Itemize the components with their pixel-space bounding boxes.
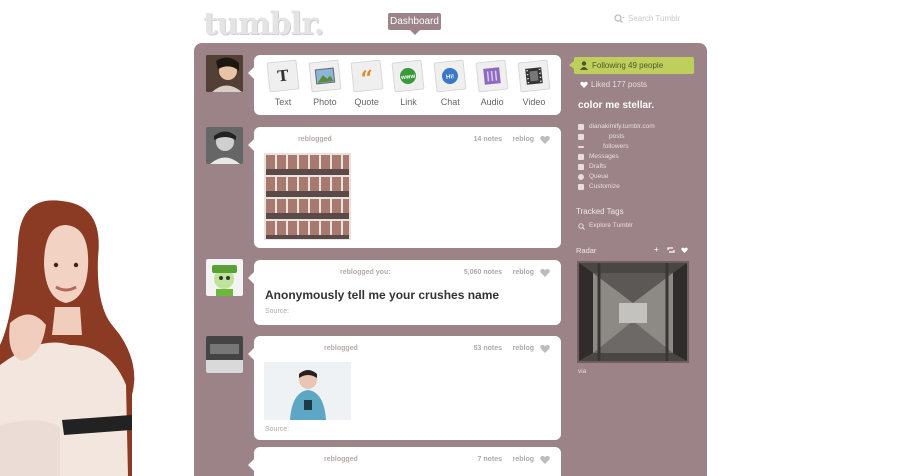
photo-type-icon [308, 59, 342, 93]
post-action: reblogged [324, 456, 358, 463]
reblog-button[interactable]: reblog [513, 456, 534, 463]
post-notes[interactable]: 7 notes [477, 456, 502, 463]
post-type-text[interactable]: T Text [264, 59, 302, 107]
chat-type-icon: Hi! [433, 59, 467, 93]
tumblr-dashboard: tumblr. Dashboard Search Tumblr T Text P… [0, 0, 900, 476]
post-action: reblogged [298, 136, 332, 143]
dashboard-post: reblogged 53 notes reblog Source: [248, 336, 561, 440]
like-heart-icon[interactable] [540, 455, 550, 464]
radar-reblog-icon[interactable] [667, 247, 675, 253]
post-type-video[interactable]: Video [515, 59, 553, 107]
explore-search-icon [578, 223, 585, 230]
tracked-tags-heading: Tracked Tags [576, 207, 624, 216]
tumblr-logo[interactable]: tumblr. [203, 6, 324, 42]
post-type-composer: T Text Photo “ Quote www Link Hi! Chat A [248, 55, 561, 115]
messages-link[interactable]: Messages [589, 153, 619, 160]
like-heart-icon[interactable] [540, 268, 550, 277]
followers-link[interactable]: followers [603, 143, 629, 150]
text-type-icon: T [266, 59, 300, 93]
background-girl-image [0, 200, 135, 476]
explore-tumblr-link[interactable]: Explore Tumblr [589, 222, 633, 229]
post-type-quote[interactable]: “ Quote [348, 59, 386, 107]
avatar-self[interactable] [206, 55, 243, 92]
post-type-chat[interactable]: Hi! Chat [431, 59, 469, 107]
customize-link[interactable]: Customize [589, 183, 620, 190]
svg-text:Hi!: Hi! [446, 74, 455, 81]
radar-via-link[interactable]: via [578, 368, 586, 375]
like-heart-icon[interactable] [540, 135, 550, 144]
avatar-post-2[interactable] [206, 259, 243, 296]
dashboard-post: reblogged 14 notes reblog [248, 127, 561, 248]
post-notes[interactable]: 53 notes [474, 345, 502, 352]
post-type-audio[interactable]: Audio [473, 59, 511, 107]
post-source[interactable]: Source: [265, 308, 289, 315]
post-photo[interactable] [264, 362, 351, 420]
reblog-button[interactable]: reblog [513, 269, 534, 276]
video-type-icon [517, 59, 551, 93]
blog-name[interactable]: color me stellar. [578, 100, 654, 111]
user-icon [580, 61, 588, 70]
queue-clock-icon [578, 174, 584, 180]
radar-photo[interactable] [577, 261, 689, 363]
customize-wrench-icon [578, 184, 584, 190]
post-notes[interactable]: 5,060 notes [464, 269, 502, 276]
dashboard-post: reblogged you: 5,060 notes reblog Anonym… [248, 260, 561, 325]
post-type-photo[interactable]: Photo [306, 59, 344, 107]
search-icon [614, 14, 625, 23]
post-action: reblogged you: [340, 269, 391, 276]
avatar-post-1[interactable] [206, 127, 243, 164]
dashboard-post: reblogged 7 notes reblog [248, 447, 561, 476]
post-photo-grid[interactable] [264, 153, 351, 240]
quote-type-icon: “ [350, 59, 384, 93]
drafts-icon [578, 164, 584, 170]
liked-heart-icon [580, 81, 588, 88]
blog-url-link[interactable]: dianakimify.tumblr.com [589, 123, 655, 130]
dashboard-button[interactable]: Dashboard [388, 13, 441, 35]
external-link-icon [578, 124, 584, 130]
reblog-button[interactable]: reblog [513, 136, 534, 143]
post-notes[interactable]: 14 notes [474, 136, 502, 143]
post-source[interactable]: Source: [265, 426, 289, 433]
drafts-link[interactable]: Drafts [589, 163, 606, 170]
radar-follow-plus-icon[interactable]: + [654, 245, 659, 254]
following-button[interactable]: Following 49 people [569, 57, 694, 74]
liked-posts-link[interactable]: Liked 177 posts [591, 80, 647, 89]
search-box[interactable]: Search Tumblr [614, 14, 680, 23]
radar-like-heart-icon[interactable] [681, 247, 688, 253]
posts-link[interactable]: posts [609, 133, 625, 140]
avatar-post-3[interactable] [206, 336, 243, 373]
post-action: reblogged [324, 345, 358, 352]
search-input[interactable]: Search Tumblr [628, 14, 680, 23]
post-type-link[interactable]: www Link [389, 59, 427, 107]
reblog-button[interactable]: reblog [513, 345, 534, 352]
post-title: Anonymously tell me your crushes name [265, 288, 500, 302]
radar-heading: Radar [576, 246, 597, 255]
queue-link[interactable]: Queue [589, 173, 609, 180]
messages-icon [578, 154, 584, 160]
link-type-icon: www [391, 59, 425, 93]
like-heart-icon[interactable] [540, 344, 550, 353]
followers-icon [578, 146, 584, 148]
posts-icon [578, 134, 584, 140]
audio-type-icon [475, 59, 509, 93]
